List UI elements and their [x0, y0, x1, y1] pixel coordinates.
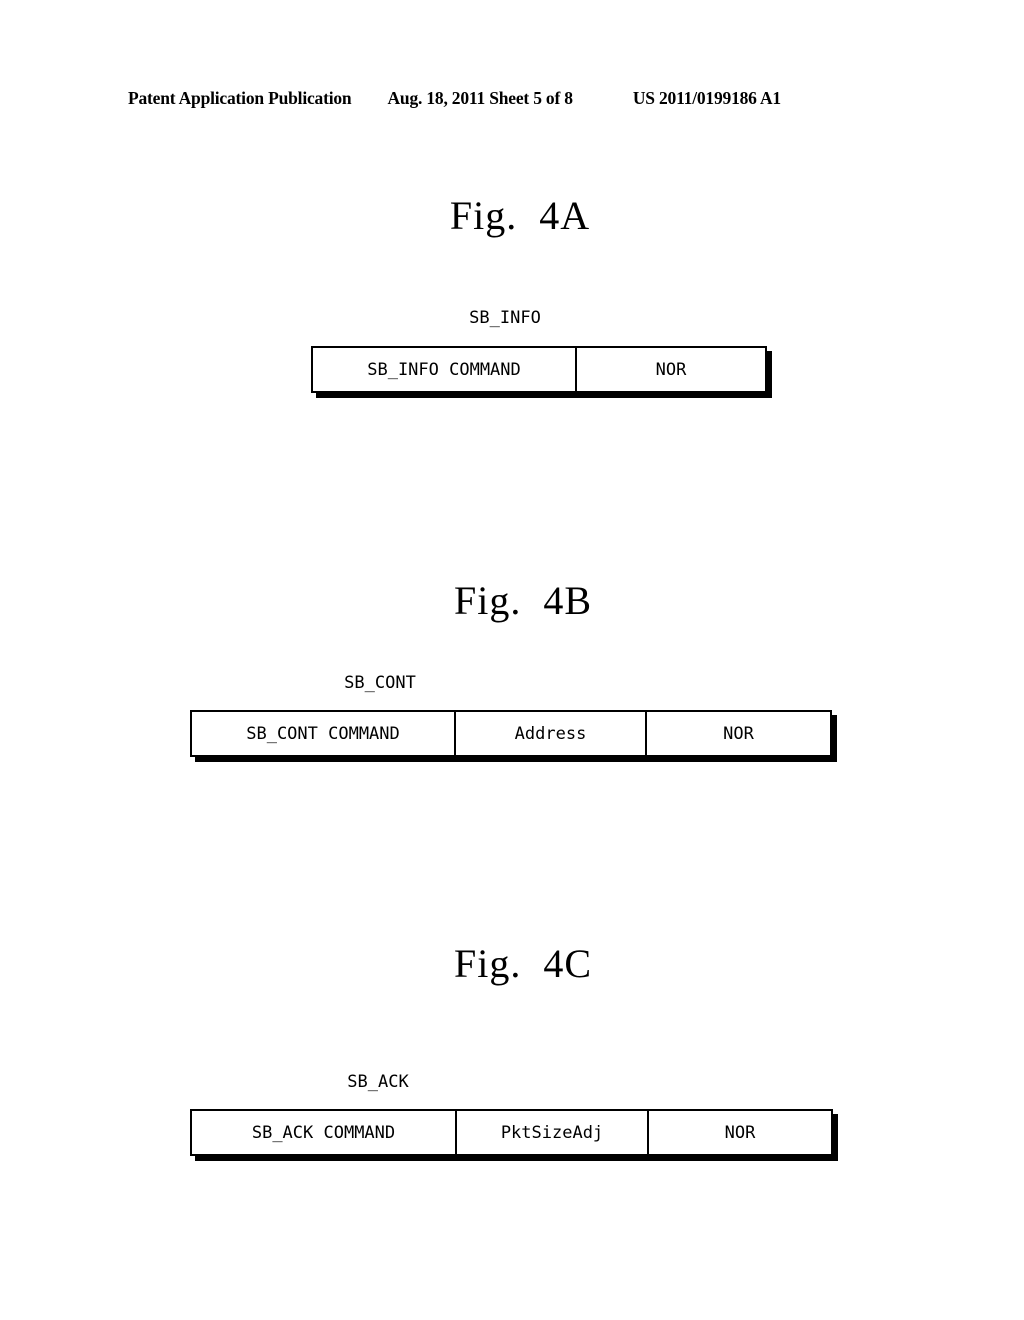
figure-4b-title-number: 4B — [543, 578, 593, 623]
sb-cont-field-command: SB_CONT COMMAND — [192, 712, 454, 755]
figure-4c-title-number: 4C — [543, 941, 593, 986]
figure-4c — [0, 0, 1024, 1]
sb-ack-field-nor: NOR — [647, 1111, 831, 1154]
sb-info-packet-bar: SB_INFO COMMAND NOR — [311, 346, 767, 393]
sb-info-field-command: SB_INFO COMMAND — [313, 348, 575, 391]
figure-4c-title: Fig. 4C — [365, 940, 681, 987]
figure-4b-title: Fig. 4B — [365, 577, 681, 624]
figure-4a-title: Fig. 4A — [362, 192, 678, 239]
sb-cont-field-nor: NOR — [645, 712, 830, 755]
sb-ack-packet-label: SB_ACK — [347, 1072, 409, 1092]
sb-cont-packet-bar: SB_CONT COMMAND Address NOR — [190, 710, 832, 757]
sb-cont-packet-label: SB_CONT — [344, 673, 416, 693]
figure-4c-title-word: Fig. — [453, 941, 522, 986]
page-header: Patent Application Publication Aug. 18, … — [128, 88, 888, 114]
publication-title: Patent Application Publication — [128, 88, 352, 108]
figure-4a-title-word: Fig. — [449, 193, 518, 238]
figure-4a-title-number: 4A — [539, 193, 591, 238]
figure-4b-title-word: Fig. — [453, 578, 522, 623]
sb-ack-field-command: SB_ACK COMMAND — [192, 1111, 455, 1154]
sb-info-field-nor: NOR — [575, 348, 765, 391]
patent-number: US 2011/0199186 A1 — [632, 88, 781, 108]
sb-cont-field-address: Address — [454, 712, 645, 755]
sb-ack-packet-bar: SB_ACK COMMAND PktSizeAdj NOR — [190, 1109, 833, 1156]
publication-date-sheet: Aug. 18, 2011 Sheet 5 of 8 — [387, 88, 573, 108]
sb-ack-field-pktsizeadj: PktSizeAdj — [455, 1111, 647, 1154]
sb-info-packet-label: SB_INFO — [469, 308, 541, 328]
